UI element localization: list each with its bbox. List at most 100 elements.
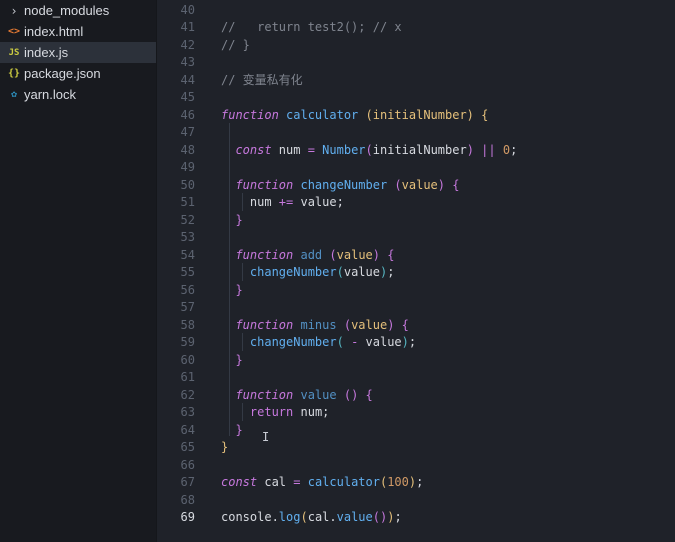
code-text: // 变量私有化 [221,72,303,90]
code-token: changeNumber [300,177,388,192]
code-token: console. [221,510,279,524]
code-editor[interactable]: 40 41 // return test2(); // x 42 // } 43 44 // … [157,0,675,542]
code-token: calculator [307,475,380,489]
code-token: ( [336,265,344,279]
code-token: function [221,107,279,122]
code-token: num [221,195,279,209]
file-item-node-modules[interactable]: › node_modules [0,0,156,21]
code-token: ) [401,335,409,349]
code-text: } [221,439,228,457]
code-text: } [221,422,243,440]
file-item-index-js[interactable]: JS index.js [0,42,156,63]
code-token: = [307,142,315,157]
code-token: value [351,317,388,332]
code-token: // } [221,37,250,52]
text-cursor-icon: I [262,430,270,444]
code-token: value [358,335,402,349]
line-number: 46 [180,107,195,122]
code-token: ( [343,317,352,332]
code-text: } [221,212,243,230]
code-token: value [401,177,438,192]
line-number: 55 [180,265,195,279]
code-text: changeNumber(value); [221,264,395,282]
code-text: } [221,352,243,370]
line-number: 51 [180,195,195,209]
code-token: ) [466,107,474,122]
line-number: 58 [180,317,195,332]
code-token: () [372,510,388,524]
json-file-icon: {} [7,68,21,79]
line-number: 59 [180,335,195,349]
code-token: calculator [286,107,359,122]
code-text: return num; [221,404,329,422]
code-text: function minus (value) { [221,317,408,335]
code-token: function [235,247,294,262]
code-token: cal. [307,510,337,524]
code-text: function calculator (initialNumber) { [221,107,488,125]
file-item-index-html[interactable]: <> index.html [0,21,156,42]
code-token: 100 [387,475,409,489]
code-token: function [235,177,294,192]
code-token: cal [257,475,294,489]
file-label: index.html [24,24,84,39]
line-number: 67 [180,475,195,489]
code-token: changeNumber [249,265,337,279]
js-file-icon: JS [8,47,20,58]
file-label: package.json [24,66,101,81]
code-text: // return test2(); // x [221,19,402,37]
code-text: } [221,282,242,300]
code-token: value; [293,195,344,209]
code-token: } [235,422,243,437]
code-token: ; [416,475,424,489]
code-token: num; [293,405,330,419]
file-item-yarn-lock[interactable]: ✿ yarn.lock [0,84,156,105]
line-number: 47 [180,125,195,139]
code-token: ) [466,142,474,157]
line-number: 49 [180,160,195,174]
line-number: 61 [180,370,195,384]
code-token: } [235,352,243,367]
code-token: ( [300,510,308,524]
file-label: index.js [24,45,69,60]
code-text: // } [221,37,250,55]
code-token: ) [372,247,380,262]
code-token: function [235,387,294,402]
chevron-right-icon: › [10,3,18,18]
line-number: 66 [180,457,195,472]
file-explorer: › node_modules <> index.html JS index.js{} pac… [0,0,157,542]
code-text: const num = Number(initialNumber) || 0; [221,142,517,160]
file-label: node_modules [24,3,110,18]
file-label: yarn.lock [24,87,77,102]
code-token: value [300,387,337,402]
line-number: 60 [180,352,195,367]
file-item-package-json[interactable]: {} package.json [0,63,156,84]
code-token: { [387,247,395,262]
code-token: ( [365,107,373,122]
line-number: 57 [180,300,195,314]
yarn-file-icon: ✿ [10,89,18,100]
code-token: } [235,212,243,227]
code-token: value [336,247,373,262]
code-token: const [235,142,272,157]
line-number: 44 [180,72,195,87]
code-token: const [221,475,258,489]
line-number: 65 [180,440,195,454]
code-token: add [300,247,323,262]
code-token: log [278,510,301,524]
code-token: initialNumber [372,107,467,122]
code-token: Number [322,142,366,157]
